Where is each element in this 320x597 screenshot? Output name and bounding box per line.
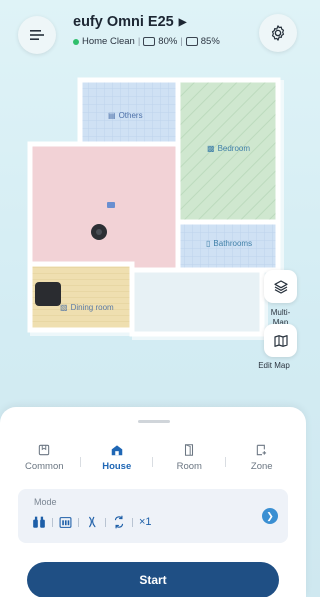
edit-map-button[interactable] [264,324,297,357]
status-text: Home Clean [82,36,135,47]
tab-room[interactable]: Room [153,443,226,483]
water-tank-icon [185,37,198,46]
gear-icon [271,25,285,41]
device-title[interactable]: eufy Omni E25 ▶ [73,14,186,30]
divider: | [137,36,141,47]
divider [78,517,79,527]
divider [52,517,53,527]
edit-map-label: Edit Map [258,361,290,370]
clean-mode-tabs: Common House Room Zone [8,443,298,483]
battery-value: 80% [158,36,178,47]
mode-title: Mode [34,497,57,507]
room-label-bathrooms[interactable]: ▯ Bathrooms [206,239,252,248]
water-value: 85% [200,36,220,47]
battery-icon [143,37,156,46]
cleaning-route-icon [114,515,124,529]
hamburger-menu-icon [30,30,44,40]
map-icon [273,334,288,347]
suction-power-icon [59,516,72,528]
multi-map-button[interactable] [264,270,297,303]
door-icon [185,444,194,456]
common-icon [39,444,50,456]
water-flow-icon [89,516,96,528]
play-icon: ▶ [178,16,187,28]
tab-common[interactable]: Common [8,443,81,483]
control-sheet: Common House Room Zone Mode ×1 ❯ Start [0,407,306,597]
settings-button[interactable] [259,14,297,52]
house-icon [111,445,122,456]
layers-icon [273,279,288,294]
room-label-dining[interactable]: ▧ Dining room [60,303,114,312]
room-label-bedroom[interactable]: ▩ Bedroom [207,144,250,153]
floor-plan-drawing [27,77,284,340]
status-line: Home Clean | 80% | 85% [73,36,220,47]
tab-zone[interactable]: Zone [226,443,299,483]
repeat-count: ×1 [139,516,152,528]
sheet-handle[interactable] [138,420,170,423]
status-dot-icon [73,38,79,45]
vacuum-mop-icon [33,516,45,528]
device-name: eufy Omni E25 [73,14,174,30]
menu-button[interactable] [18,16,56,54]
bathtub-icon: ▯ [206,239,211,248]
divider [132,517,133,527]
divider [105,517,106,527]
start-button[interactable]: Start [27,562,279,597]
bed-icon: ▩ [207,144,215,153]
top-bar: eufy Omni E25 ▶ Home Clean | 80% | 85% [0,0,306,60]
tab-house[interactable]: House [81,443,153,483]
room-label-others[interactable]: ▤ Others [108,111,143,120]
dining-icon: ▧ [60,303,68,312]
floor-map[interactable]: ▤ Others ▩ Bedroom ▯ Bathrooms ▧ Dining … [0,64,306,394]
mode-selector[interactable]: Mode ×1 ❯ [18,489,288,543]
door-icon: ▤ [108,111,116,120]
chevron-right-icon[interactable]: ❯ [262,508,278,524]
zone-icon [256,444,266,456]
divider: | [180,36,183,47]
mode-settings: ×1 [32,515,152,529]
